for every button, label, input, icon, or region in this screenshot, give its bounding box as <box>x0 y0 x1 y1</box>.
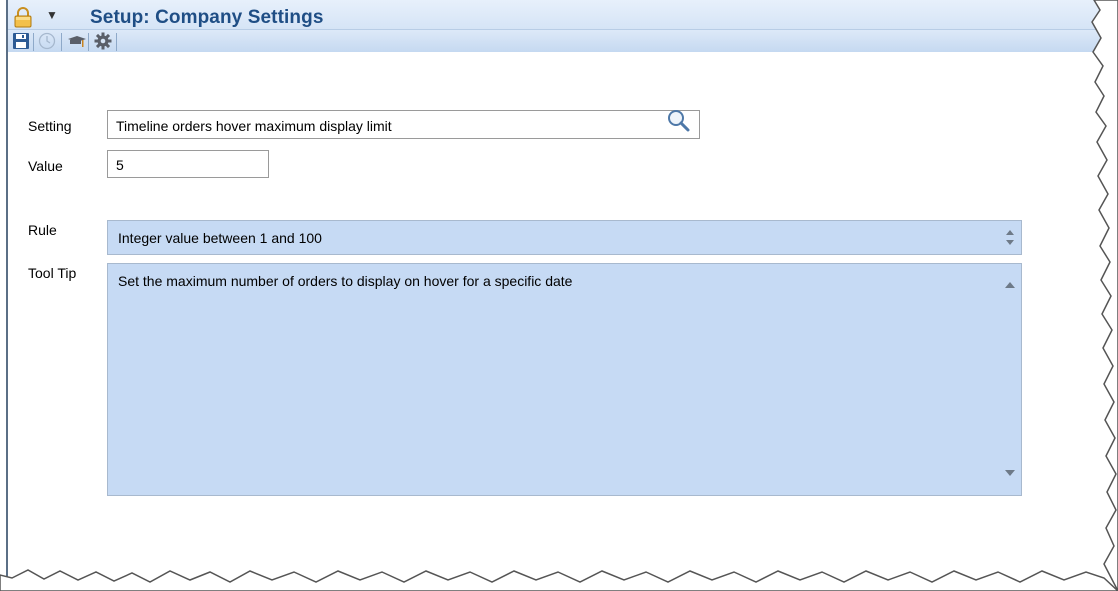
history-button[interactable] <box>36 31 58 51</box>
rule-scrollbar[interactable] <box>999 221 1021 254</box>
lock-menu-button[interactable]: ▼ <box>12 6 62 28</box>
save-button[interactable] <box>10 31 32 51</box>
setting-search-button[interactable] <box>665 107 691 133</box>
settings-panel: ▼ Setup: Company Settings Setting Timeli… <box>6 0 1102 577</box>
chevron-down-icon: ▼ <box>46 8 58 22</box>
rule-text: Integer value between 1 and 100 <box>118 230 322 246</box>
search-icon <box>665 110 691 136</box>
tooltip-text: Set the maximum number of orders to disp… <box>118 273 573 289</box>
setting-value: Timeline orders hover maximum display li… <box>116 118 392 134</box>
value-label: Value <box>28 158 63 174</box>
title-bar: ▼ Setup: Company Settings <box>8 0 1102 52</box>
settings-form: Setting Timeline orders hover maximum di… <box>8 52 1102 577</box>
toolbar-divider <box>61 33 62 51</box>
toolbar-divider <box>88 33 89 51</box>
value-text: 5 <box>116 157 124 173</box>
setting-label: Setting <box>28 118 72 134</box>
settings-button[interactable] <box>92 31 114 51</box>
toolbar <box>8 29 1102 52</box>
tooltip-field: Set the maximum number of orders to disp… <box>107 263 1022 496</box>
tooltip-label: Tool Tip <box>28 265 77 281</box>
value-input[interactable]: 5 <box>107 150 269 178</box>
title-row: ▼ Setup: Company Settings <box>8 0 1102 28</box>
rule-field: Integer value between 1 and 100 <box>107 220 1022 255</box>
setting-input[interactable]: Timeline orders hover maximum display li… <box>107 110 700 139</box>
toolbar-divider <box>116 33 117 51</box>
toolbar-divider <box>33 33 34 51</box>
tooltip-scrollbar[interactable] <box>999 264 1021 495</box>
window-title: Setup: Company Settings <box>90 7 324 28</box>
training-button[interactable] <box>65 31 87 51</box>
rule-label: Rule <box>28 222 57 238</box>
app-window: ▼ Setup: Company Settings Setting Timeli… <box>0 0 1118 591</box>
